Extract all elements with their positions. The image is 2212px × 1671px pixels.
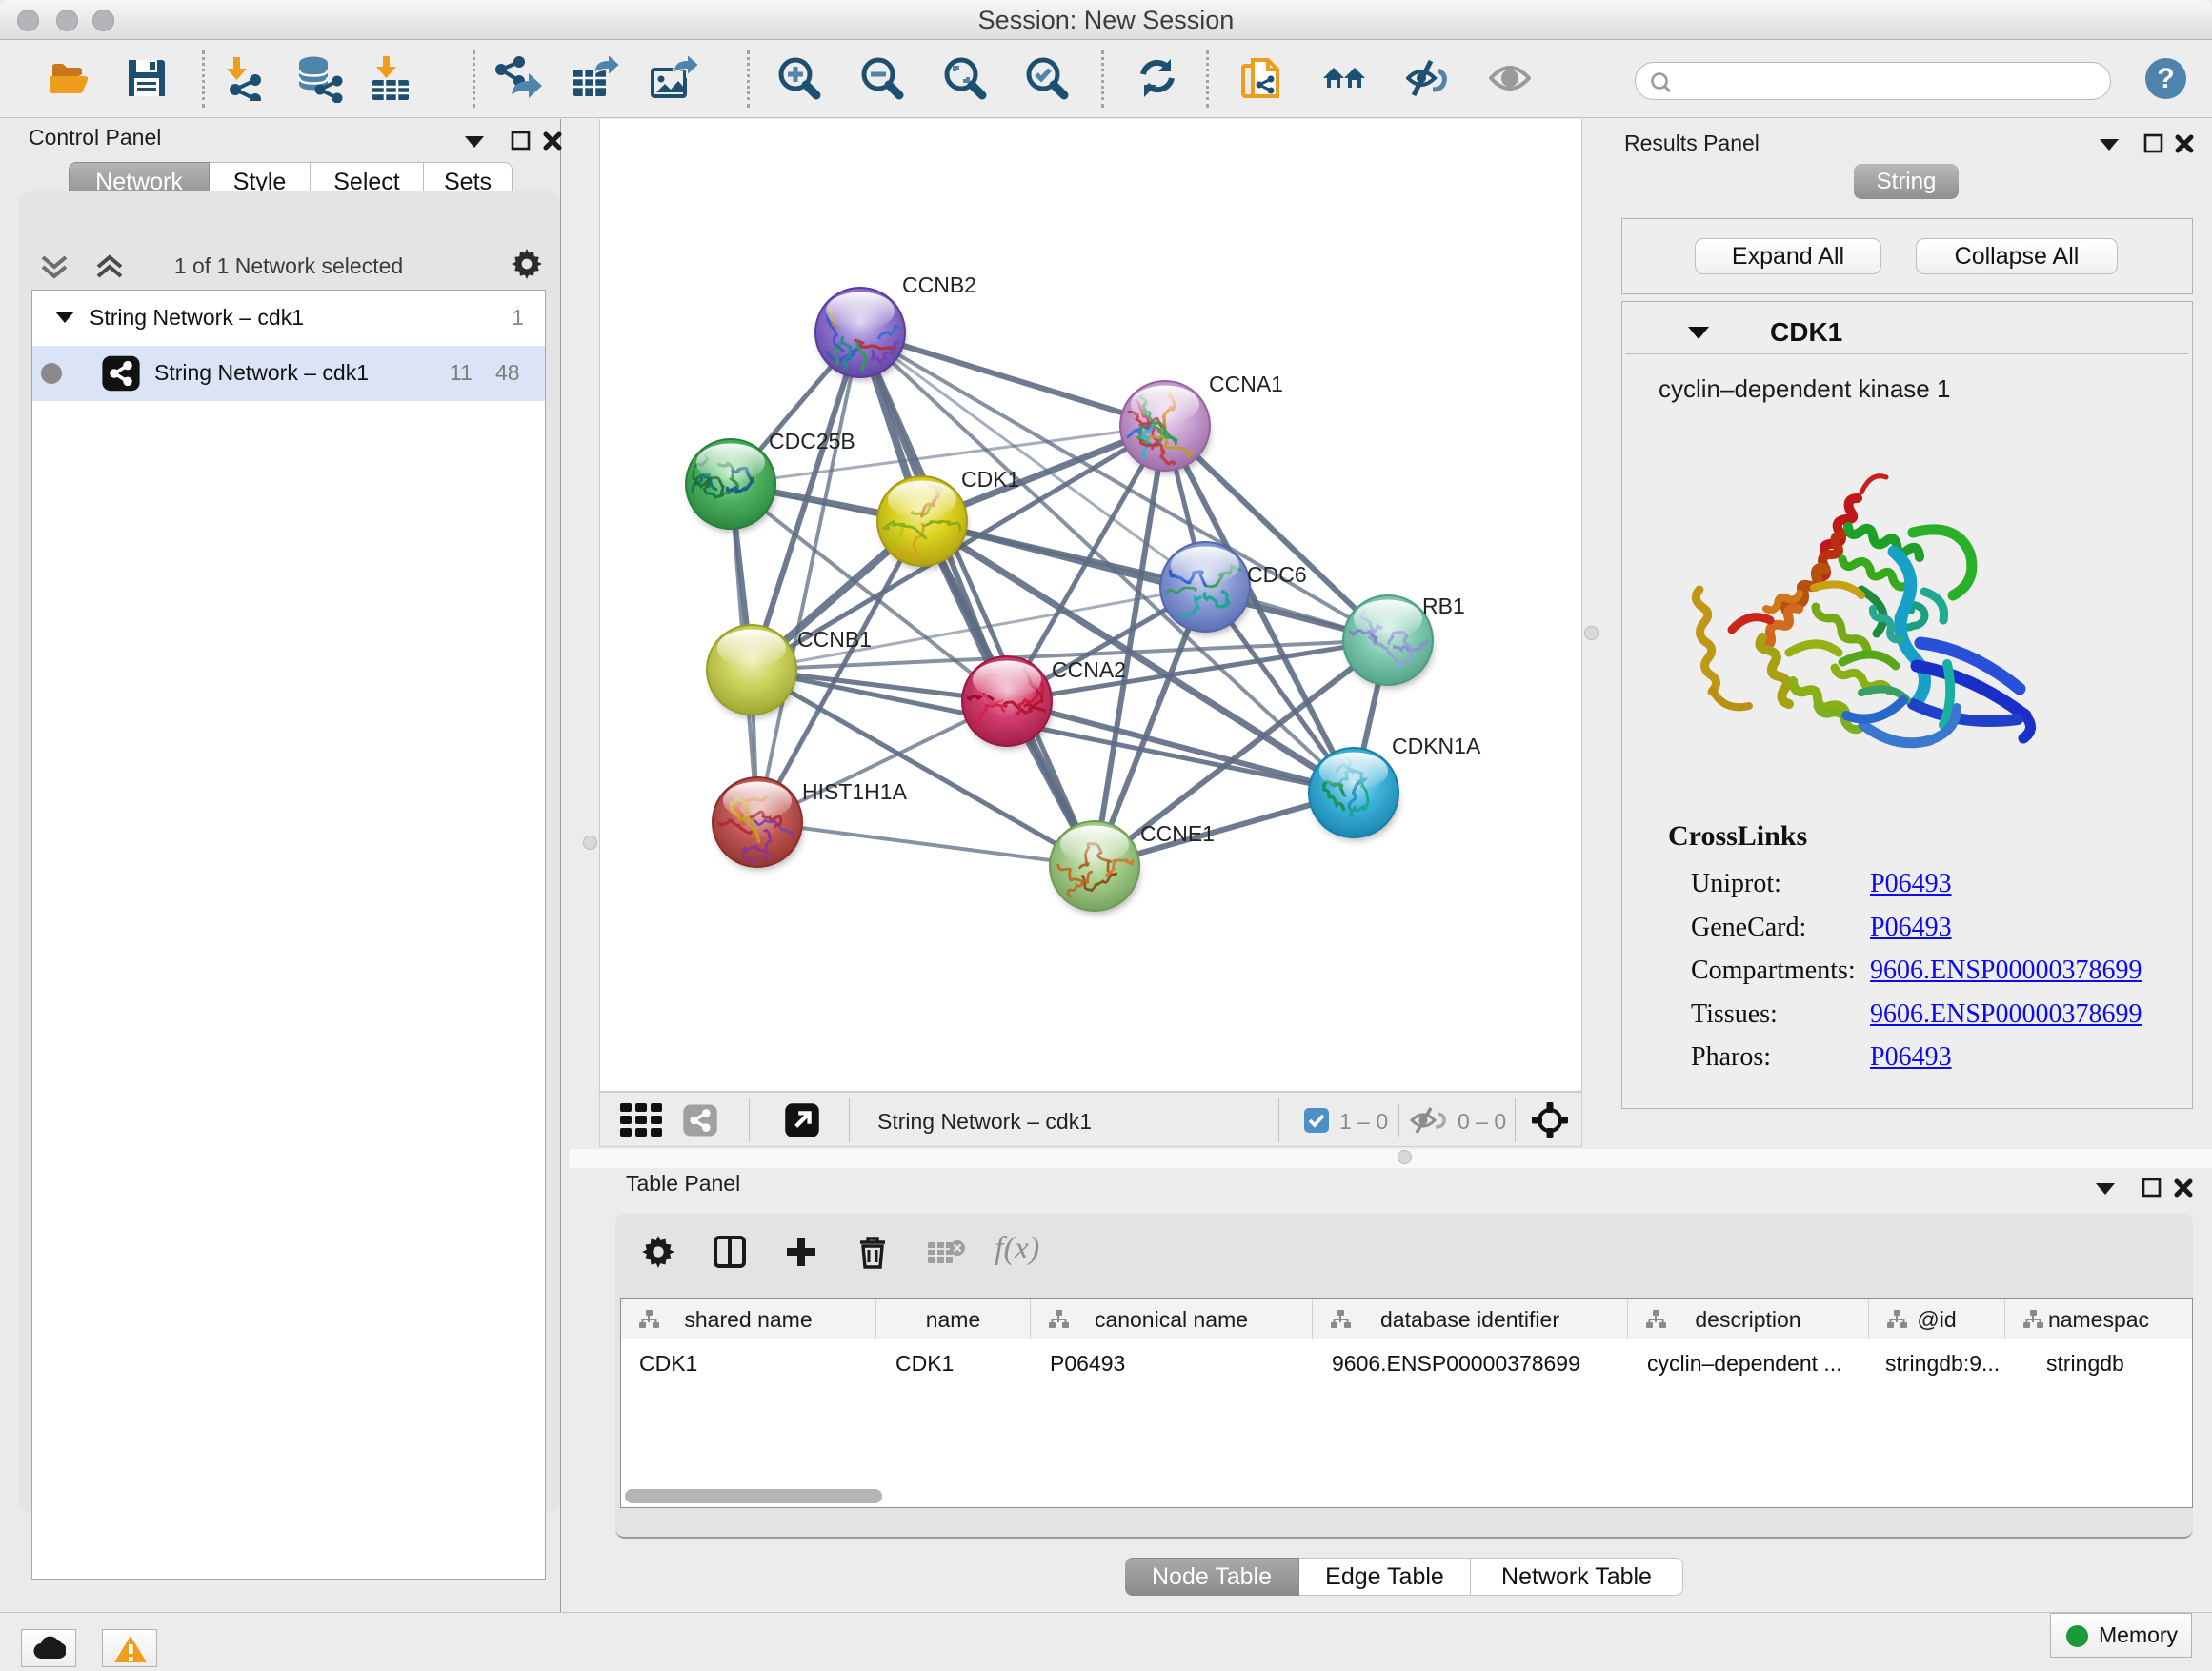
svg-text:HIST1H1A: HIST1H1A bbox=[802, 779, 908, 804]
svg-text:CCNA2: CCNA2 bbox=[1052, 657, 1126, 682]
svg-text:CDK1: CDK1 bbox=[961, 467, 1019, 492]
svg-text:CDKN1A: CDKN1A bbox=[1392, 734, 1481, 758]
svg-text:CCNA1: CCNA1 bbox=[1209, 372, 1283, 396]
svg-text:RB1: RB1 bbox=[1422, 594, 1465, 618]
svg-text:CCNB1: CCNB1 bbox=[797, 627, 872, 652]
svg-text:CDC25B: CDC25B bbox=[769, 429, 855, 453]
svg-text:CCNB2: CCNB2 bbox=[902, 272, 976, 297]
svg-text:CDC6: CDC6 bbox=[1247, 562, 1307, 587]
svg-text:CCNE1: CCNE1 bbox=[1140, 821, 1215, 846]
